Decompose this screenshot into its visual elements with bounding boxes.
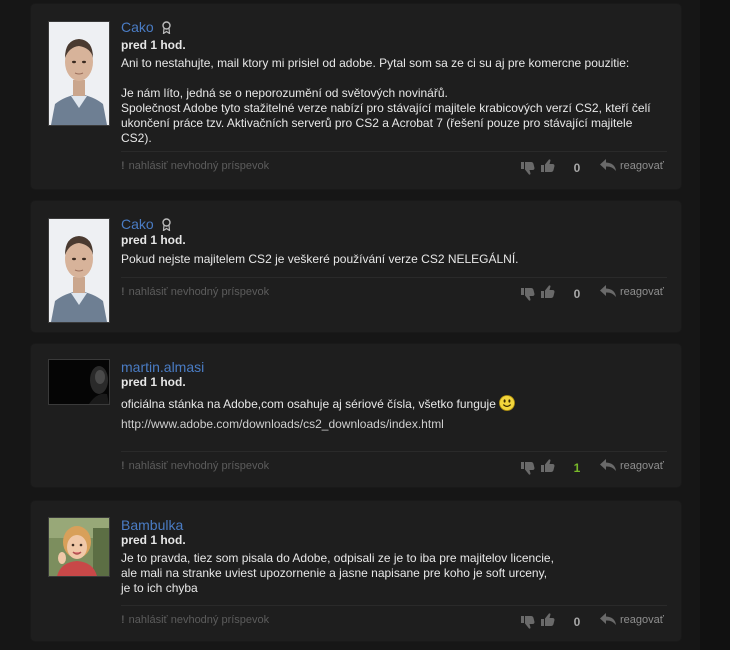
author-row: Cako [121, 19, 171, 35]
thumbs-down-icon[interactable] [521, 615, 535, 634]
exclamation-icon: ! [121, 160, 125, 172]
avatar[interactable] [48, 21, 110, 126]
thumbs-up-icon[interactable] [541, 613, 555, 632]
comment-card: Cako pred 1 hod. Ani to nestahujte, mail… [31, 4, 681, 189]
divider [121, 277, 667, 278]
comment-paragraph: Ani to nestahujte, mail ktory mi prisiel… [121, 56, 630, 70]
reply-arrow-icon [600, 159, 616, 171]
thumbs-down-icon[interactable] [521, 461, 535, 480]
medal-badge-icon [162, 21, 171, 39]
avatar[interactable] [48, 359, 110, 405]
comment-paragraph: ale mali na stranke uviest upozornenie a… [121, 566, 548, 580]
reply-label: reagovať [620, 614, 664, 626]
thumbs-down-icon[interactable] [521, 161, 535, 180]
report-link[interactable]: ! nahlásiť nevhodný príspevok [121, 160, 269, 172]
author-row: martin.almasi [121, 359, 204, 375]
thumbs-up-icon[interactable] [541, 285, 555, 304]
reply-arrow-icon [600, 459, 616, 471]
vote-score: 0 [573, 615, 581, 629]
divider [121, 451, 667, 452]
report-link[interactable]: ! nahlásiť nevhodný príspevok [121, 460, 269, 472]
comment-text: oficiálna stánka na Adobe,com osahuje aj… [121, 397, 496, 411]
report-link[interactable]: ! nahlásiť nevhodný príspevok [121, 614, 269, 626]
thumbs-up-icon[interactable] [541, 459, 555, 478]
comment-time: pred 1 hod. [121, 233, 186, 247]
exclamation-icon: ! [121, 286, 125, 298]
thumbs-up-icon[interactable] [541, 159, 555, 178]
avatar[interactable] [48, 218, 110, 323]
comment-paragraph: Je to pravda, tiez som pisala do Adobe, … [121, 551, 554, 565]
comment-paragraph: Pokud nejste majitelem CS2 je veškeré po… [121, 252, 519, 266]
exclamation-icon: ! [121, 614, 125, 626]
reply-arrow-icon [600, 285, 616, 297]
comment-body: Je to pravda, tiez som pisala do Adobe, … [121, 551, 651, 596]
divider [121, 605, 667, 606]
report-label: nahlásiť nevhodný príspevok [128, 614, 270, 626]
author-link[interactable]: Bambulka [121, 517, 183, 533]
author-link[interactable]: Cako [121, 216, 154, 232]
man-portrait-image [49, 22, 109, 125]
divider [121, 151, 667, 152]
author-link[interactable]: Cako [121, 19, 154, 35]
report-label: nahlásiť nevhodný príspevok [128, 286, 270, 298]
comment-paragraph: Společnost Adobe tyto stažitelné verze n… [121, 101, 651, 145]
comment-paragraph: je to ich chyba [121, 581, 198, 595]
vote-score: 0 [573, 161, 581, 175]
reply-button[interactable]: reagovať [599, 612, 664, 631]
reply-button[interactable]: reagovať [599, 284, 664, 303]
child-portrait-image [49, 518, 109, 576]
comment-time: pred 1 hod. [121, 375, 186, 389]
report-label: nahlásiť nevhodný príspevok [128, 160, 270, 172]
comment-body: Ani to nestahujte, mail ktory mi prisiel… [121, 56, 651, 146]
comment-body: Pokud nejste majitelem CS2 je veškeré po… [121, 252, 651, 267]
smiley-icon [499, 395, 515, 415]
reply-button[interactable]: reagovať [599, 458, 664, 477]
author-row: Cako [121, 216, 171, 232]
comment-url[interactable]: http://www.adobe.com/downloads/cs2_downl… [121, 417, 651, 432]
avatar[interactable] [48, 517, 110, 577]
thumbs-down-icon[interactable] [521, 287, 535, 306]
reply-label: reagovať [620, 460, 664, 472]
comment-time: pred 1 hod. [121, 533, 186, 547]
reply-label: reagovať [620, 160, 664, 172]
reply-label: reagovať [620, 286, 664, 298]
vote-score: 0 [573, 287, 581, 301]
comment-card: martin.almasi pred 1 hod. oficiálna stán… [31, 344, 681, 487]
reply-arrow-icon [600, 613, 616, 625]
author-link[interactable]: martin.almasi [121, 359, 204, 375]
report-label: nahlásiť nevhodný príspevok [128, 460, 270, 472]
comment-paragraph: oficiálna stánka na Adobe,com osahuje aj… [121, 395, 651, 415]
exclamation-icon: ! [121, 460, 125, 472]
report-link[interactable]: ! nahlásiť nevhodný príspevok [121, 286, 269, 298]
author-row: Bambulka [121, 517, 183, 533]
man-portrait-image [49, 219, 109, 322]
vote-score: 1 [573, 461, 581, 475]
comment-card: Cako pred 1 hod. Pokud nejste majitelem … [31, 201, 681, 332]
page-side-strip [700, 0, 730, 650]
reply-button[interactable]: reagovať [599, 158, 664, 177]
comment-card: Bambulka pred 1 hod. Je to pravda, tiez … [31, 501, 681, 641]
comment-time: pred 1 hod. [121, 38, 186, 52]
dark-portrait-image [49, 360, 109, 404]
comment-paragraph: Je nám líto, jedná se o neporozumění od … [121, 86, 448, 100]
comment-body: oficiálna stánka na Adobe,com osahuje aj… [121, 395, 651, 432]
